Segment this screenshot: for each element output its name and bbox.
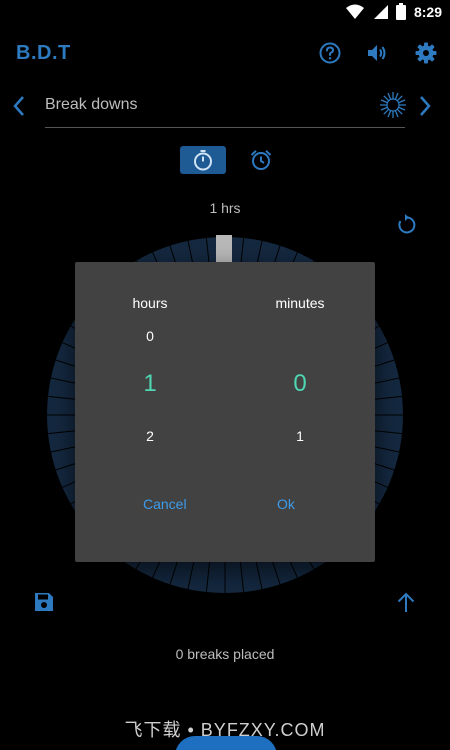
next-button[interactable] [413, 92, 437, 120]
app-screen: 8:29 B.D.T Break downs 1 hrs 0 breaks pl… [0, 0, 450, 750]
hours-selected-value[interactable]: 1 [75, 370, 225, 398]
battery-icon [395, 3, 406, 20]
settings-icon [415, 42, 437, 64]
minutes-selected-value[interactable]: 0 [225, 370, 375, 398]
breakdown-mode-button[interactable] [378, 90, 408, 120]
wifi-icon [345, 4, 364, 19]
upload-button[interactable] [394, 590, 418, 614]
cancel-button[interactable]: Cancel [143, 496, 187, 512]
app-bar: B.D.T [0, 30, 450, 76]
volume-icon [368, 45, 386, 61]
arrow-up-icon [397, 592, 415, 612]
previous-button[interactable] [7, 92, 31, 120]
stopwatch-icon [194, 150, 212, 171]
status-icons: 8:29 [345, 3, 442, 20]
minutes-label: minutes [275, 295, 325, 311]
hours-label: hours [132, 295, 168, 311]
app-title: B.D.T [16, 42, 71, 64]
stopwatch-mode-button[interactable] [180, 146, 226, 174]
settings-button[interactable] [413, 40, 439, 66]
breakdown-label: Break downs [45, 96, 138, 113]
volume-button[interactable] [364, 40, 390, 66]
ok-button[interactable]: Ok [277, 496, 295, 512]
breakdown-selector: Break downs [0, 86, 450, 132]
minutes-picker[interactable]: minutes 0 1 [225, 262, 375, 482]
breakdown-field[interactable]: Break downs [45, 86, 405, 128]
save-button[interactable] [32, 590, 56, 614]
timer-mode-toggle [180, 146, 284, 174]
hours-next-value[interactable]: 2 [75, 428, 225, 444]
duration-label: 1 hrs [209, 200, 241, 216]
time-picker-dialog: hours 0 1 2 minutes 0 1 Cancel Ok [75, 262, 375, 562]
start-button[interactable] [175, 736, 277, 750]
alarm-clock-icon [250, 150, 272, 170]
signal-icon [373, 4, 388, 19]
dial-position-marker[interactable] [216, 235, 232, 263]
help-button[interactable] [317, 40, 343, 66]
save-icon [35, 593, 53, 611]
minutes-next-value[interactable]: 1 [225, 428, 375, 444]
status-time: 8:29 [413, 3, 442, 20]
alarm-mode-button[interactable] [238, 146, 284, 174]
reset-button[interactable] [394, 213, 418, 237]
chevron-right-icon [420, 96, 431, 116]
rotate-icon [398, 214, 416, 234]
breaks-count: 0 breaks placed [175, 646, 275, 662]
status-bar: 8:29 [0, 0, 450, 24]
hours-picker[interactable]: hours 0 1 2 [75, 262, 225, 482]
starburst-icon [380, 92, 406, 118]
help-icon [319, 42, 341, 64]
chevron-left-icon [13, 96, 24, 116]
hours-previous-value[interactable]: 0 [75, 328, 225, 344]
